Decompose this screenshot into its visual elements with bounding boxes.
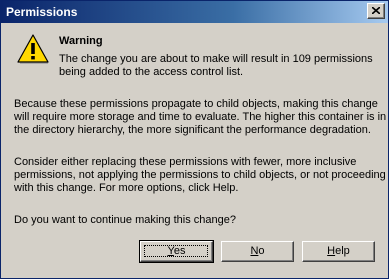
window-title: Permissions — [6, 5, 78, 19]
yes-button[interactable]: Yes — [139, 240, 214, 263]
text-line: with this change. For more options, clic… — [14, 182, 239, 194]
text-line: will require more storage and time to ev… — [14, 111, 387, 123]
text-line: the directory hierarchy, the more signif… — [14, 124, 371, 136]
close-button[interactable] — [367, 3, 385, 19]
text-line: Consider either replacing these permissi… — [14, 156, 357, 168]
close-icon — [372, 7, 380, 14]
suggestion-text: Consider either replacing these permissi… — [14, 156, 386, 195]
no-button-label: No — [250, 245, 265, 257]
title-bar[interactable]: Permissions — [1, 1, 388, 23]
permissions-dialog: Permissions Warning The change you are a… — [0, 0, 389, 279]
warning-detail: The change you are about to make will re… — [59, 53, 373, 79]
text-line: Because these permissions propagate to c… — [14, 98, 378, 110]
propagation-explanation: Because these permissions propagate to c… — [14, 98, 386, 137]
text-line: The change you are about to make will re… — [59, 53, 373, 65]
help-button-label: Help — [327, 245, 350, 257]
warning-icon — [17, 34, 49, 64]
no-button[interactable]: No — [221, 241, 294, 262]
confirmation-question: Do you want to continue making this chan… — [14, 214, 236, 226]
help-button[interactable]: Help — [302, 241, 375, 262]
text-line: being added to the access control list. — [59, 66, 244, 78]
yes-button-label: Yes — [167, 245, 186, 257]
warning-heading: Warning — [59, 35, 103, 47]
text-line: permissions, not applying the permission… — [14, 169, 386, 181]
